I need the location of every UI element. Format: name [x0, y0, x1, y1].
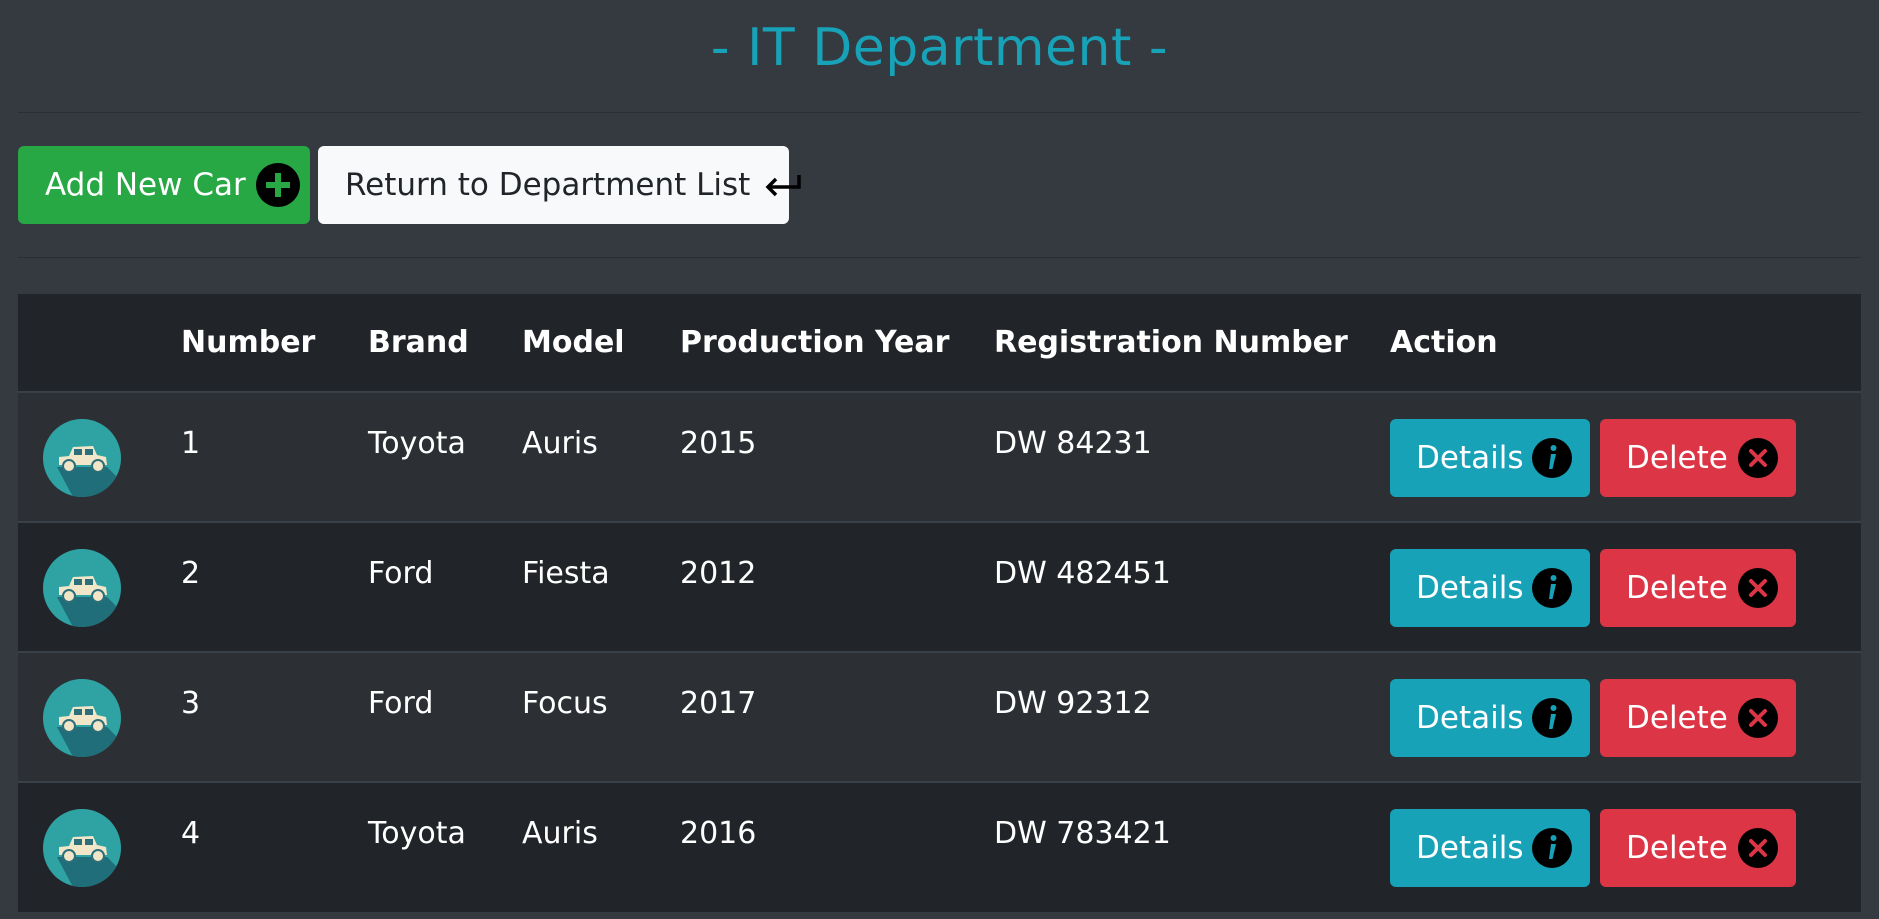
details-label: Details	[1416, 440, 1524, 476]
cell-registration-number: DW 92312	[994, 686, 1152, 721]
details-label: Details	[1416, 830, 1524, 866]
cell-brand: Ford	[368, 686, 434, 721]
cell-registration-number: DW 482451	[994, 556, 1171, 591]
cell-model: Auris	[522, 816, 598, 851]
column-header-production-year: Production Year	[680, 325, 950, 360]
row-actions: Details Delete	[1390, 679, 1861, 757]
info-circle-icon	[1532, 698, 1572, 738]
row-actions: Details Delete	[1390, 809, 1861, 887]
table-row: 4 Toyota Auris 2016 DW 783421 Details De…	[18, 782, 1861, 912]
delete-label: Delete	[1626, 570, 1728, 606]
cell-registration-number: DW 84231	[994, 426, 1152, 461]
delete-label: Delete	[1626, 440, 1728, 476]
x-circle-icon	[1738, 568, 1778, 608]
cell-model: Fiesta	[522, 556, 610, 591]
table-header-row: Number Brand Model Production Year Regis…	[18, 294, 1861, 392]
car-icon	[43, 419, 121, 497]
details-label: Details	[1416, 700, 1524, 736]
cell-production-year: 2016	[680, 816, 757, 851]
cell-registration-number: DW 783421	[994, 816, 1171, 851]
table-row: 3 Ford Focus 2017 DW 92312 Details Delet…	[18, 652, 1861, 782]
cell-brand: Ford	[368, 556, 434, 591]
table-row: 2 Ford Fiesta 2012 DW 482451 Details Del…	[18, 522, 1861, 652]
x-circle-icon	[1738, 828, 1778, 868]
column-header-brand: Brand	[368, 325, 469, 360]
delete-button[interactable]: Delete	[1600, 549, 1796, 627]
column-header-registration-number: Registration Number	[994, 325, 1348, 360]
details-button[interactable]: Details	[1390, 549, 1590, 627]
delete-button[interactable]: Delete	[1600, 419, 1796, 497]
details-button[interactable]: Details	[1390, 419, 1590, 497]
cell-production-year: 2015	[680, 426, 757, 461]
cell-production-year: 2012	[680, 556, 757, 591]
info-circle-icon	[1532, 438, 1572, 478]
x-circle-icon	[1738, 698, 1778, 738]
delete-label: Delete	[1626, 700, 1728, 736]
car-icon	[43, 549, 121, 627]
return-to-department-list-button[interactable]: Return to Department List	[318, 146, 802, 224]
cars-table: Number Brand Model Production Year Regis…	[18, 294, 1861, 912]
info-circle-icon	[1532, 568, 1572, 608]
car-icon	[43, 679, 121, 757]
page: - IT Department - Add New Car Return to …	[0, 0, 1879, 919]
x-circle-icon	[1738, 438, 1778, 478]
cell-model: Auris	[522, 426, 598, 461]
cell-brand: Toyota	[368, 426, 466, 461]
row-actions: Details Delete	[1390, 549, 1861, 627]
cell-model: Focus	[522, 686, 608, 721]
cell-number: 1	[181, 426, 201, 461]
return-label: Return to Department List	[345, 167, 751, 203]
info-circle-icon	[1532, 828, 1572, 868]
cell-number: 3	[181, 686, 201, 721]
page-title: - IT Department -	[710, 18, 1169, 78]
details-button[interactable]: Details	[1390, 809, 1590, 887]
cell-number: 2	[181, 556, 201, 591]
cell-production-year: 2017	[680, 686, 757, 721]
add-new-car-button[interactable]: Add New Car	[18, 146, 310, 224]
table-row: 1 Toyota Auris 2015 DW 84231 Details Del…	[18, 392, 1861, 522]
add-new-car-label: Add New Car	[45, 167, 246, 203]
details-button[interactable]: Details	[1390, 679, 1590, 757]
car-icon	[43, 809, 121, 887]
delete-button[interactable]: Delete	[1600, 679, 1796, 757]
row-actions: Details Delete	[1390, 419, 1861, 497]
details-label: Details	[1416, 570, 1524, 606]
column-header-action: Action	[1390, 325, 1498, 360]
cell-brand: Toyota	[368, 816, 466, 851]
column-header-number: Number	[181, 325, 316, 360]
return-arrow-icon	[764, 172, 802, 198]
delete-label: Delete	[1626, 830, 1728, 866]
delete-button[interactable]: Delete	[1600, 809, 1796, 887]
column-header-image	[18, 294, 181, 392]
cell-number: 4	[181, 816, 201, 851]
column-header-model: Model	[522, 325, 625, 360]
toolbar: Add New Car Return to Department List	[18, 113, 1861, 257]
plus-circle-icon	[255, 163, 300, 207]
